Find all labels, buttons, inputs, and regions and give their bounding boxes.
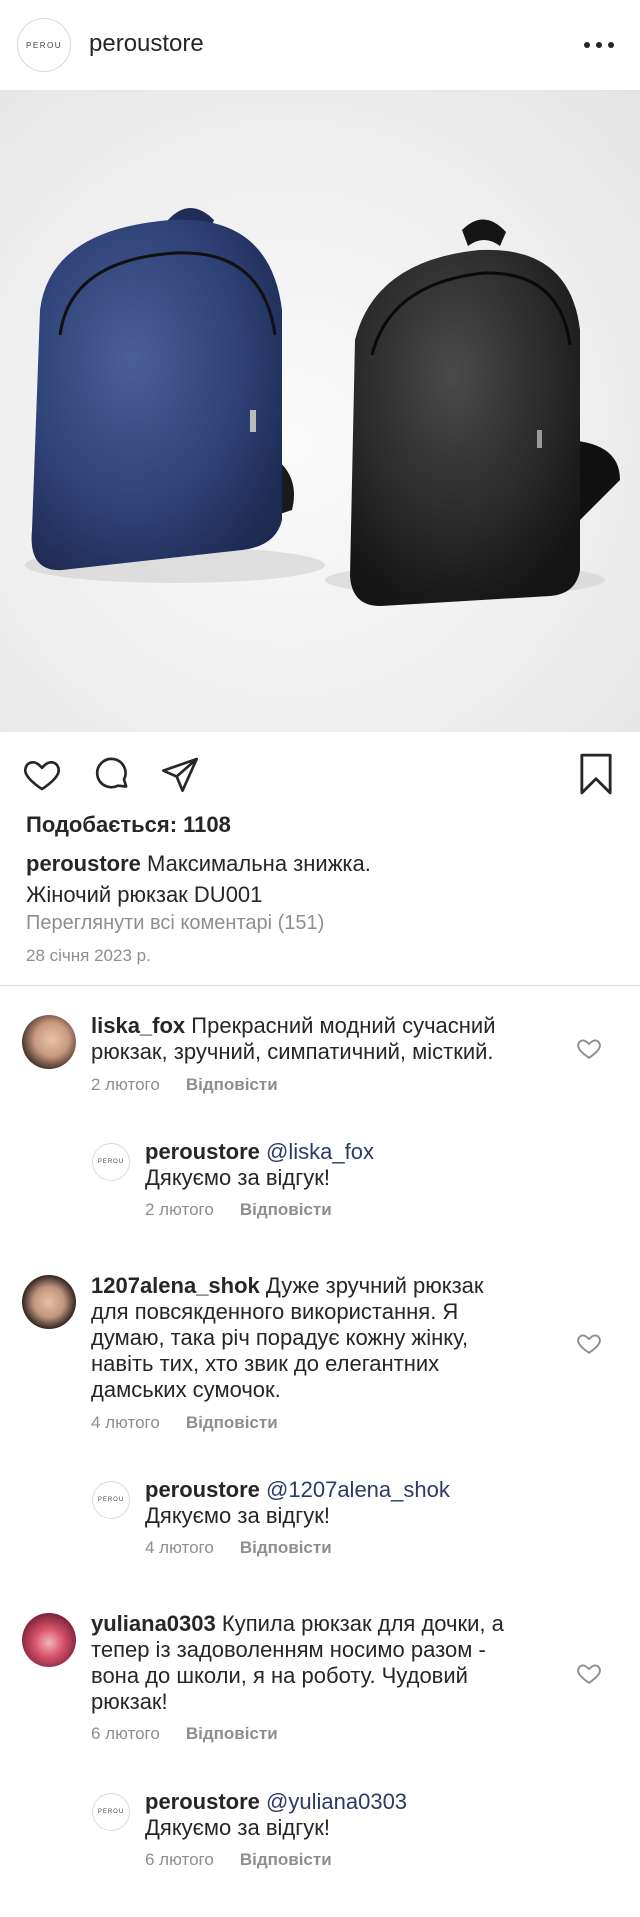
comment-date: 6 лютого <box>91 1724 160 1743</box>
post-image[interactable] <box>0 90 640 732</box>
share-send-icon[interactable] <box>158 752 202 796</box>
comment-text: Дякуємо за відгук! <box>145 1815 330 1840</box>
caption-line-2: Жіночий рюкзак DU001 <box>26 882 263 907</box>
comment-text-line: думаю, така річ порадує кожну жінку, <box>91 1325 469 1350</box>
mention-link[interactable]: @liska_fox <box>266 1139 374 1164</box>
reply-button[interactable]: Відповісти <box>186 1724 278 1744</box>
reply-button[interactable]: Відповісти <box>240 1850 332 1870</box>
reply-button[interactable]: Відповісти <box>186 1075 278 1095</box>
comment-username[interactable]: peroustore <box>145 1477 260 1502</box>
comment-text-line: вона до школи, я на роботу. Чудовий <box>91 1663 468 1688</box>
caption-username[interactable]: peroustore <box>26 851 141 876</box>
comment-like-heart-icon[interactable] <box>576 1330 602 1356</box>
avatar[interactable]: PEROU <box>92 1143 130 1181</box>
comment-text-line: навіть тих, хто звик до елегантних <box>91 1351 440 1376</box>
comment-text-line: Купила рюкзак для дочки, а <box>221 1611 504 1636</box>
profile-avatar[interactable]: PEROU <box>17 18 71 72</box>
logo-text: PEROU <box>26 40 62 50</box>
reply-button[interactable]: Відповісти <box>186 1413 278 1433</box>
likes-count[interactable]: Подобається: 1108 <box>26 812 231 838</box>
avatar[interactable] <box>22 1275 76 1329</box>
mention-link[interactable]: @yuliana0303 <box>266 1789 407 1814</box>
reply-button[interactable]: Відповісти <box>240 1538 332 1558</box>
more-options-icon[interactable] <box>584 31 614 59</box>
comment-text-line: дамських сумочок. <box>91 1377 281 1402</box>
comment-date: 2 лютого <box>145 1200 214 1219</box>
comment-username[interactable]: peroustore <box>145 1789 260 1814</box>
comment-text-line: Прекрасний модний сучасний <box>191 1013 496 1038</box>
comment-bubble-icon[interactable] <box>90 752 134 796</box>
comment-username[interactable]: peroustore <box>145 1139 260 1164</box>
divider <box>0 985 640 986</box>
post-actions <box>0 742 640 802</box>
comment-text-line: Дуже зручний рюкзак <box>265 1273 484 1298</box>
comment-username[interactable]: yuliana0303 <box>91 1611 216 1636</box>
comment-username[interactable]: liska_fox <box>91 1013 185 1038</box>
black-backpack <box>350 219 620 606</box>
caption-line-1: Максимальна знижка. <box>147 851 371 876</box>
comment-text: Дякуємо за відгук! <box>145 1503 330 1528</box>
reply-button[interactable]: Відповісти <box>240 1200 332 1220</box>
comment-text-line: тепер із задоволенням носимо разом - <box>91 1637 486 1662</box>
comment-date: 2 лютого <box>91 1075 160 1094</box>
post-header: PEROU peroustore <box>0 0 640 90</box>
view-all-comments-link[interactable]: Переглянути всі коментарі (151) <box>26 912 324 935</box>
post-caption: peroustore Максимальна знижка. Жіночий р… <box>26 848 616 910</box>
comment-date: 6 лютого <box>145 1850 214 1869</box>
avatar[interactable] <box>22 1613 76 1667</box>
mention-link[interactable]: @1207alena_shok <box>266 1477 450 1502</box>
profile-username[interactable]: peroustore <box>89 30 204 58</box>
comment-date: 4 лютого <box>145 1538 214 1557</box>
comment-date: 4 лютого <box>91 1413 160 1432</box>
like-heart-icon[interactable] <box>20 752 64 796</box>
avatar[interactable]: PEROU <box>92 1481 130 1519</box>
avatar[interactable] <box>22 1015 76 1069</box>
comment-username[interactable]: 1207alena_shok <box>91 1273 260 1298</box>
save-bookmark-icon[interactable] <box>574 752 618 796</box>
avatar[interactable]: PEROU <box>92 1793 130 1831</box>
comment-text-line: для повсякденного використання. Я <box>91 1299 459 1324</box>
comment-like-heart-icon[interactable] <box>576 1660 602 1686</box>
comment-text-line: рюкзак! <box>91 1689 168 1714</box>
post-date: 28 січня 2023 р. <box>26 946 151 965</box>
comment-text: Дякуємо за відгук! <box>145 1165 330 1190</box>
comment-text-line: рюкзак, зручний, симпатичний, місткий. <box>91 1039 494 1064</box>
comment-like-heart-icon[interactable] <box>576 1035 602 1061</box>
blue-backpack <box>31 208 294 571</box>
